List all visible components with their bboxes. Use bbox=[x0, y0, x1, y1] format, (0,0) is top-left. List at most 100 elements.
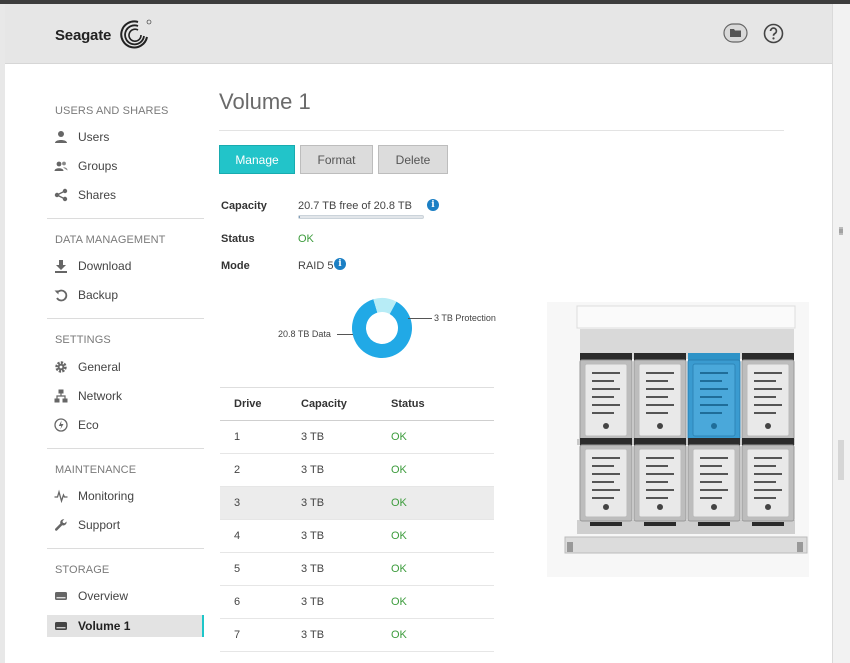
sidebar-item-users[interactable]: Users bbox=[47, 126, 204, 148]
capacity-value: 20.7 TB free of 20.8 TB bbox=[298, 200, 412, 212]
protection-label-leader bbox=[408, 318, 432, 319]
scrollbar-track[interactable] bbox=[832, 4, 850, 663]
drive-number: 5 bbox=[234, 563, 241, 575]
capacity-info-icon[interactable]: i bbox=[427, 199, 439, 211]
sidebar-item-label: Support bbox=[78, 518, 121, 532]
format-button[interactable]: Format bbox=[300, 145, 373, 174]
scrollbar-marker-lower[interactable] bbox=[836, 440, 846, 480]
mode-info-icon[interactable]: i bbox=[334, 258, 346, 270]
drive-bay-7[interactable] bbox=[687, 438, 741, 526]
drive-status: OK bbox=[391, 464, 407, 476]
sidebar-item-eco[interactable]: Eco bbox=[47, 414, 204, 436]
sidebar-item-label: Eco bbox=[78, 418, 99, 432]
section-title-data-management: DATA MANAGEMENT bbox=[55, 234, 166, 246]
sidebar-divider bbox=[47, 548, 204, 549]
drive-status: OK bbox=[391, 596, 407, 608]
table-row[interactable]: 7 3 TB OK bbox=[220, 619, 494, 652]
table-header-row: Drive Capacity Status bbox=[220, 387, 494, 421]
drive-number: 6 bbox=[234, 596, 241, 608]
sidebar-item-monitoring[interactable]: Monitoring bbox=[47, 485, 204, 507]
drive-icon bbox=[53, 618, 69, 634]
drive-capacity: 3 TB bbox=[301, 530, 325, 542]
sidebar-item-groups[interactable]: Groups bbox=[47, 155, 204, 177]
table-row[interactable]: 6 3 TB OK bbox=[220, 586, 494, 619]
drive-bay-6[interactable] bbox=[633, 438, 687, 526]
table-row[interactable]: 3 3 TB OK bbox=[220, 487, 494, 520]
monitoring-icon bbox=[53, 488, 69, 504]
table-row[interactable]: 1 3 TB OK bbox=[220, 421, 494, 454]
sidebar-item-general[interactable]: General bbox=[47, 356, 204, 378]
wrench-icon bbox=[53, 517, 69, 533]
chart-label-data: 20.8 TB Data bbox=[278, 329, 331, 339]
help-button[interactable] bbox=[761, 23, 786, 43]
seagate-swirl-icon bbox=[120, 19, 152, 49]
manage-button[interactable]: Manage bbox=[219, 145, 295, 174]
drive-number: 2 bbox=[234, 464, 241, 476]
mode-value: RAID 5 bbox=[298, 260, 334, 272]
delete-button[interactable]: Delete bbox=[378, 145, 448, 174]
sidebar-item-backup[interactable]: Backup bbox=[47, 284, 204, 306]
sidebar-item-volume-1[interactable]: Volume 1 bbox=[47, 615, 204, 637]
sidebar-item-support[interactable]: Support bbox=[47, 514, 204, 536]
table-row[interactable]: 2 3 TB OK bbox=[220, 454, 494, 487]
drive-number: 3 bbox=[234, 497, 241, 509]
column-header-status: Status bbox=[391, 398, 425, 410]
sidebar-item-label: Groups bbox=[78, 159, 118, 173]
drive-number: 1 bbox=[234, 431, 241, 443]
sidebar-item-label: Backup bbox=[78, 288, 119, 302]
group-icon bbox=[53, 158, 69, 174]
sidebar-item-label: Overview bbox=[78, 589, 129, 603]
seagate-logo[interactable]: Seagate bbox=[55, 17, 154, 53]
drive-status: OK bbox=[391, 629, 407, 641]
section-title-users-and-shares: USERS AND SHARES bbox=[55, 105, 169, 117]
status-label: Status bbox=[221, 233, 255, 245]
drive-number: 4 bbox=[234, 530, 241, 542]
title-divider bbox=[219, 130, 784, 131]
drive-capacity: 3 TB bbox=[301, 431, 325, 443]
drive-capacity: 3 TB bbox=[301, 563, 325, 575]
table-row[interactable]: 4 3 TB OK bbox=[220, 520, 494, 553]
table-row[interactable]: 5 3 TB OK bbox=[220, 553, 494, 586]
capacity-label: Capacity bbox=[221, 200, 267, 212]
capacity-progress-fill bbox=[299, 216, 300, 218]
section-title-settings: SETTINGS bbox=[55, 334, 111, 346]
section-title-maintenance: MAINTENANCE bbox=[55, 464, 137, 476]
sidebar-divider bbox=[47, 448, 204, 449]
drive-bay-4[interactable] bbox=[741, 353, 795, 445]
share-icon bbox=[53, 187, 69, 203]
window-left-border bbox=[0, 4, 5, 663]
column-header-drive: Drive bbox=[234, 398, 262, 410]
drive-bay-5[interactable] bbox=[579, 438, 633, 526]
overview-icon bbox=[53, 588, 69, 604]
data-label-leader bbox=[337, 334, 353, 335]
user-icon bbox=[53, 129, 69, 145]
drive-table: Drive Capacity Status 1 3 TB OK 2 3 TB O… bbox=[220, 387, 494, 652]
sidebar-item-network[interactable]: Network bbox=[47, 385, 204, 407]
column-header-capacity: Capacity bbox=[301, 398, 347, 410]
sidebar-item-label: General bbox=[78, 360, 121, 374]
drive-bay-1[interactable] bbox=[579, 353, 633, 445]
drive-bay-8[interactable] bbox=[741, 438, 795, 526]
sidebar-item-label: Monitoring bbox=[78, 489, 135, 503]
sidebar-item-label: Download bbox=[78, 259, 132, 273]
drive-bay-3[interactable] bbox=[687, 353, 741, 445]
eco-icon bbox=[53, 417, 69, 433]
capacity-progress-bar bbox=[298, 215, 424, 219]
section-title-storage: STORAGE bbox=[55, 564, 110, 576]
gear-icon bbox=[53, 359, 69, 375]
volume-usage-donut-chart bbox=[352, 298, 412, 358]
chart-label-protection: 3 TB Protection bbox=[434, 313, 496, 323]
sidebar-item-shares[interactable]: Shares bbox=[47, 184, 204, 206]
folder-icon bbox=[723, 23, 748, 43]
drive-capacity: 3 TB bbox=[301, 497, 325, 509]
scrollbar-marker-upper[interactable] bbox=[836, 214, 846, 254]
mode-label: Mode bbox=[221, 260, 250, 272]
nas-enclosure-illustration bbox=[547, 302, 809, 577]
folder-button[interactable] bbox=[723, 23, 748, 43]
drive-status: OK bbox=[391, 563, 407, 575]
app-header: Seagate bbox=[5, 4, 832, 64]
sidebar-item-download[interactable]: Download bbox=[47, 255, 204, 277]
drive-status: OK bbox=[391, 431, 407, 443]
drive-bay-2[interactable] bbox=[633, 353, 687, 445]
sidebar-item-overview[interactable]: Overview bbox=[47, 585, 204, 607]
